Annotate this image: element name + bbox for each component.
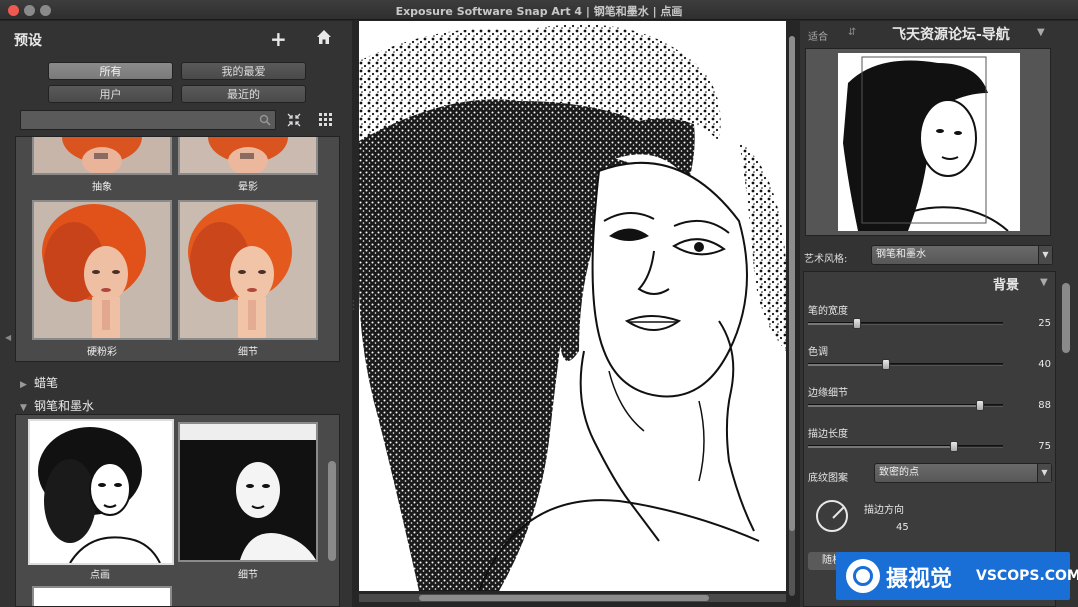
section-crayon-label: 蜡笔 (34, 376, 59, 390)
slider-track[interactable] (808, 318, 1003, 329)
preset-thumb-detail[interactable] (178, 200, 318, 340)
preset-thumb-pen-detail[interactable] (178, 422, 318, 562)
navigator-header: 适合 ⇵ 飞天资源论坛-导航 ▼ (800, 21, 1078, 47)
settings-scrollbar[interactable] (1062, 283, 1070, 353)
artwork-image (359, 21, 786, 591)
preset-grid-pastel: 抽象 晕影 硬粉彩 细节 (15, 136, 340, 362)
preset-thumb-hard-pastel[interactable] (32, 200, 172, 340)
dial-hand (832, 506, 845, 519)
texture-select[interactable]: 致密的点 ▼ (874, 463, 1052, 483)
canvas-vertical-scroll-thumb[interactable] (789, 36, 795, 531)
preset-thumb-abstract[interactable] (32, 137, 172, 175)
stroke-direction-dial[interactable] (816, 500, 848, 532)
slider-knob[interactable] (852, 318, 861, 329)
watermark-logo-icon (846, 559, 880, 593)
navigator-title: 飞天资源论坛-导航 (892, 27, 1010, 43)
disclosure-down-icon: ▼ (20, 403, 27, 413)
settings-panel: 适合 ⇵ 飞天资源论坛-导航 ▼ 艺术风格: 钢笔和墨水 ▼ 背景 ▼ 笔的宽度… (800, 21, 1078, 607)
slider-fill (808, 446, 955, 448)
art-style-value: 钢笔和墨水 (876, 249, 926, 260)
slider-knob[interactable] (975, 400, 984, 411)
canvas-horizontal-scrollbar[interactable] (359, 594, 786, 602)
preset-label-abstract: 抽象 (92, 182, 112, 193)
disclosure-right-icon: ▶ (20, 380, 27, 390)
app-window: Exposure Software Snap Art 4 | 钢笔和墨水 | 点… (0, 0, 1078, 607)
section-pen-ink-label: 钢笔和墨水 (34, 399, 95, 413)
stroke-direction-value: 45 (896, 522, 909, 533)
window-title: Exposure Software Snap Art 4 | 钢笔和墨水 | 点… (395, 5, 683, 18)
chevron-down-icon[interactable]: ▼ (1037, 27, 1045, 38)
home-icon[interactable] (316, 29, 332, 45)
slider-value: 25 (1038, 318, 1051, 329)
canvas-vertical-scrollbar[interactable] (789, 36, 795, 596)
slider-knob[interactable] (882, 359, 890, 370)
slider-fill (808, 364, 886, 366)
canvas-horizontal-scroll-thumb[interactable] (419, 595, 709, 601)
fit-arrows-icon[interactable]: ⇵ (848, 27, 856, 38)
preset-search-input[interactable] (20, 110, 276, 130)
slider-track[interactable] (808, 400, 1003, 411)
slider-value: 40 (1038, 359, 1051, 370)
preset-grid-pen-ink: 点画 细节 (15, 414, 340, 607)
dropdown-arrow-icon: ▼ (1037, 464, 1051, 482)
texture-label: 底纹图案 (808, 473, 848, 484)
section-crayon[interactable]: ▶ 蜡笔 (20, 374, 58, 391)
slider-track[interactable] (808, 441, 1003, 452)
preset-label-hard-pastel: 硬粉彩 (87, 347, 117, 358)
watermark-badge: 摄视觉 VSCOPS.COM (836, 552, 1078, 600)
slider-label: 笔的宽度 (808, 306, 848, 317)
presets-header: 预设 + (0, 21, 352, 57)
slider-fill (808, 323, 857, 325)
slider-track[interactable] (808, 359, 1003, 370)
presets-scrollbar[interactable] (328, 461, 336, 561)
settings-section-title: 背景 (993, 278, 1020, 293)
add-preset-icon[interactable]: + (270, 27, 287, 51)
panel-divider-handle[interactable]: · · · (352, 298, 356, 314)
section-pen-ink[interactable]: ▼ 钢笔和墨水 (20, 397, 94, 414)
slider-label: 边缘细节 (808, 388, 848, 399)
art-style-label: 艺术风格: (804, 254, 848, 265)
title-bar: Exposure Software Snap Art 4 | 钢笔和墨水 | 点… (0, 0, 1078, 20)
grid-view-icon[interactable] (318, 112, 334, 128)
dropdown-arrow-icon: ▼ (1038, 246, 1052, 264)
watermark-text-cn: 摄视觉 (886, 567, 953, 592)
slider-value: 75 (1038, 441, 1051, 452)
preset-thumb-vignette[interactable] (178, 137, 318, 175)
filter-favorites-button[interactable]: 我的最爱 (181, 62, 306, 80)
navigator-box (805, 48, 1051, 236)
preset-label-stipple: 点画 (90, 570, 110, 581)
slider-label: 描边长度 (808, 429, 848, 440)
filter-all-button[interactable]: 所有 (48, 62, 173, 80)
canvas-area (352, 21, 799, 607)
filter-recent-button[interactable]: 最近的 (181, 85, 306, 103)
presets-title: 预设 (14, 33, 42, 49)
preset-label-detail: 细节 (238, 347, 258, 358)
slider-fill (808, 405, 980, 407)
preset-thumb-partial[interactable] (32, 586, 172, 606)
filter-user-button[interactable]: 用户 (48, 85, 173, 103)
art-style-select[interactable]: 钢笔和墨水 ▼ (871, 245, 1053, 265)
preset-thumb-stipple[interactable] (28, 419, 174, 565)
watermark-text-en: VSCOPS.COM (976, 568, 1078, 584)
collapse-icon[interactable] (286, 112, 302, 128)
fit-label[interactable]: 适合 (808, 28, 828, 43)
navigator-thumbnail[interactable] (838, 53, 1020, 231)
art-style-row: 艺术风格: 钢笔和墨水 ▼ (800, 243, 1078, 267)
slider-value: 88 (1038, 400, 1051, 411)
preset-label-vignette: 晕影 (238, 182, 258, 193)
presets-panel: 预设 + 所有 我的最爱 用户 最近的 抽象 晕影 硬粉彩 细节 ▶ 蜡笔 ▼ … (0, 21, 352, 607)
preset-label-pen-detail: 细节 (238, 570, 258, 581)
texture-value: 致密的点 (879, 467, 919, 478)
chevron-down-icon[interactable]: ▼ (1040, 277, 1048, 288)
stroke-direction-label: 描边方向 (864, 505, 904, 516)
panel-collapse-handle-icon[interactable]: ◀ (5, 333, 11, 342)
slider-label: 色调 (808, 347, 828, 358)
preview-canvas[interactable] (359, 21, 786, 591)
slider-knob[interactable] (950, 441, 959, 452)
search-icon (259, 114, 271, 126)
